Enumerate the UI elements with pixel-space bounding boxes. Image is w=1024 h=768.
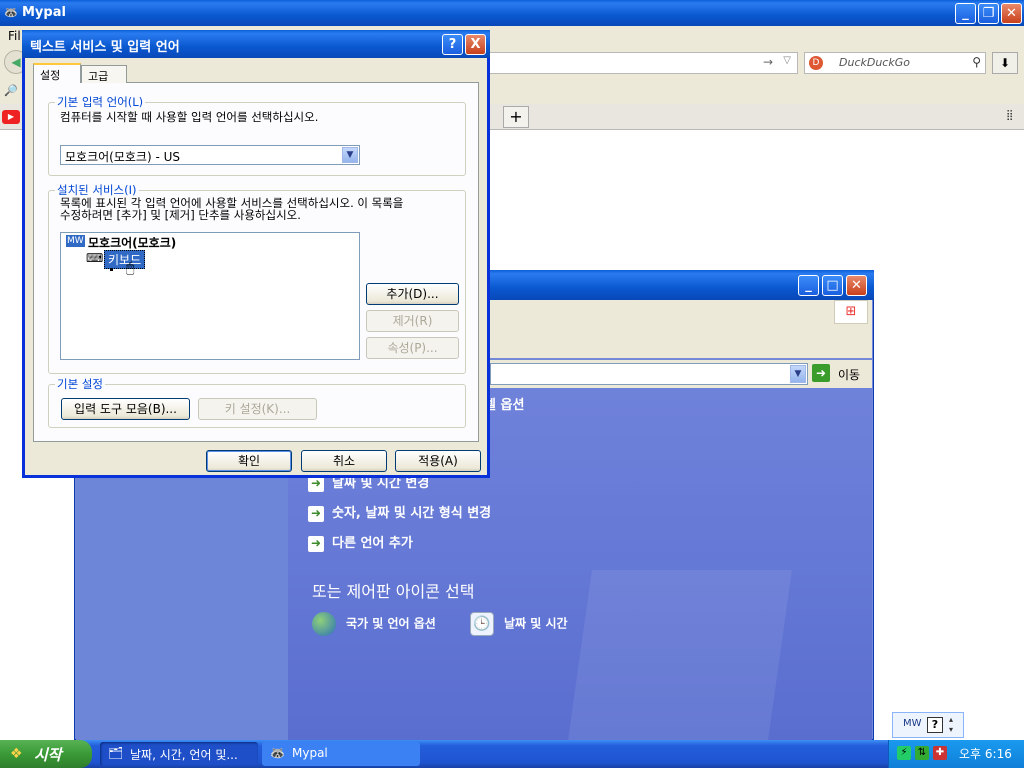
system-tray: ⚡ ⇅ ✚ 오후 6:16: [888, 740, 1024, 768]
menu-file[interactable]: Fil: [8, 29, 21, 43]
security-shield-icon[interactable]: ✚: [933, 746, 947, 760]
globe-icon: [312, 612, 336, 636]
search-bookmark-icon[interactable]: 🔎: [4, 84, 18, 97]
category-watermark: [568, 570, 792, 740]
tree-language-node[interactable]: 모호크어(모호크): [88, 234, 176, 251]
browser-title-bar[interactable]: 🦝 Mypal _ ❐ ✕: [0, 0, 1024, 26]
cp-minimize-button[interactable]: _: [798, 275, 819, 296]
add-button[interactable]: 추가(D)...: [366, 283, 459, 305]
mypal-icon: 🦝: [270, 746, 285, 760]
cp-close-button[interactable]: ✕: [846, 275, 867, 296]
language-code-icon: MW: [66, 235, 85, 247]
address-dropdown-icon[interactable]: ▼: [790, 365, 806, 383]
cp-icon-datetime[interactable]: 🕒 날짜 및 시간: [470, 612, 568, 636]
language-bar[interactable]: MW ? ▴ ▾: [892, 712, 964, 738]
go-label[interactable]: 이동: [838, 366, 860, 383]
cp-icon-regional[interactable]: 국가 및 언어 옵션: [312, 612, 436, 636]
windows-flag-icon: ❖: [10, 746, 23, 762]
youtube-tab-icon[interactable]: ▶: [2, 110, 20, 124]
tree-keyboard-node[interactable]: 키보드: [104, 250, 146, 269]
cp-maximize-button[interactable]: □: [822, 275, 843, 296]
go-arrow-icon[interactable]: →: [763, 55, 773, 69]
download-button[interactable]: ⬇: [992, 52, 1018, 74]
preferences-legend: 기본 설정: [57, 377, 103, 391]
remove-button[interactable]: 제거(R): [366, 310, 459, 332]
taskbar-button-control-panel[interactable]: 🗂 날짜, 시간, 언어 및...: [100, 742, 258, 766]
arrow-icon: ➜: [308, 535, 324, 552]
icon-section-heading: 또는 제어판 아이콘 선택: [312, 582, 475, 601]
ok-button[interactable]: 확인: [206, 450, 292, 472]
safely-remove-icon[interactable]: ⇅: [915, 746, 929, 760]
tab-settings[interactable]: 설정: [33, 63, 81, 83]
taskbar-button-mypal[interactable]: 🦝 Mypal: [262, 742, 420, 766]
go-icon[interactable]: ➜: [812, 364, 830, 382]
search-icon[interactable]: ⚲: [972, 55, 981, 69]
cancel-button[interactable]: 취소: [301, 450, 387, 472]
language-code[interactable]: MW: [903, 718, 922, 729]
mypal-icon: 🦝: [4, 6, 18, 19]
arrow-icon: ➜: [308, 505, 324, 522]
start-button[interactable]: ❖ 시작: [0, 740, 92, 768]
task-link[interactable]: ➜ 숫자, 날짜 및 시간 형식 변경: [308, 502, 491, 522]
control-panel-icon: 🗂: [108, 746, 124, 760]
tab-advanced[interactable]: 고급: [81, 65, 127, 83]
default-language-select[interactable]: 모호크어(모호크) - US ▼: [60, 145, 360, 165]
duckduckgo-icon[interactable]: D: [809, 56, 823, 70]
address-field[interactable]: ▼: [490, 363, 808, 385]
close-button[interactable]: ✕: [1001, 3, 1022, 24]
clock[interactable]: 오후 6:16: [959, 745, 1012, 762]
clock-calendar-icon: 🕒: [470, 612, 494, 636]
category-heading: 렐 옵션: [484, 398, 525, 413]
apply-button[interactable]: 적용(A): [395, 450, 481, 472]
url-dropdown-icon[interactable]: ▽: [783, 55, 791, 66]
network-icon[interactable]: ⚡: [897, 746, 911, 760]
cursor-icon: 🖱: [126, 260, 135, 276]
new-tab-button[interactable]: +: [503, 106, 529, 128]
default-language-legend: 기본 입력 언어(L): [57, 95, 144, 109]
windows-logo-icon: ⊞: [834, 300, 868, 324]
dialog-close-button[interactable]: X: [465, 34, 486, 55]
dialog-title-bar[interactable]: 텍스트 서비스 및 입력 언어 ? X: [22, 30, 490, 58]
properties-button[interactable]: 속성(P)...: [366, 337, 459, 359]
langbar-help-icon[interactable]: ?: [927, 717, 943, 733]
language-bar-button[interactable]: 입력 도구 모음(B)...: [61, 398, 190, 420]
url-bar[interactable]: → ▽: [470, 52, 798, 74]
keyboard-icon: ⌨: [86, 251, 104, 265]
installed-desc-2: 수정하려면 [추가] 및 [제거] 단추를 사용하십시오.: [60, 208, 301, 222]
task-link[interactable]: ➜ 다른 언어 추가: [308, 532, 413, 552]
help-button[interactable]: ?: [442, 34, 463, 55]
langbar-options-icon[interactable]: ▴ ▾: [949, 715, 953, 735]
restore-button[interactable]: ❐: [978, 3, 999, 24]
tree-bullet: [110, 268, 113, 271]
tab-list-icon[interactable]: ⣿: [1006, 110, 1013, 121]
search-bar[interactable]: D DuckDuckGo ⚲: [804, 52, 986, 74]
default-language-desc: 컴퓨터를 시작할 때 사용할 입력 언어를 선택하십시오.: [60, 110, 319, 124]
key-settings-button[interactable]: 키 설정(K)...: [198, 398, 317, 420]
search-placeholder: DuckDuckGo: [839, 56, 910, 69]
minimize-button[interactable]: _: [955, 3, 976, 24]
chevron-down-icon[interactable]: ▼: [342, 147, 358, 163]
browser-title: Mypal: [22, 5, 66, 20]
dialog-title: 텍스트 서비스 및 입력 언어: [30, 40, 180, 55]
